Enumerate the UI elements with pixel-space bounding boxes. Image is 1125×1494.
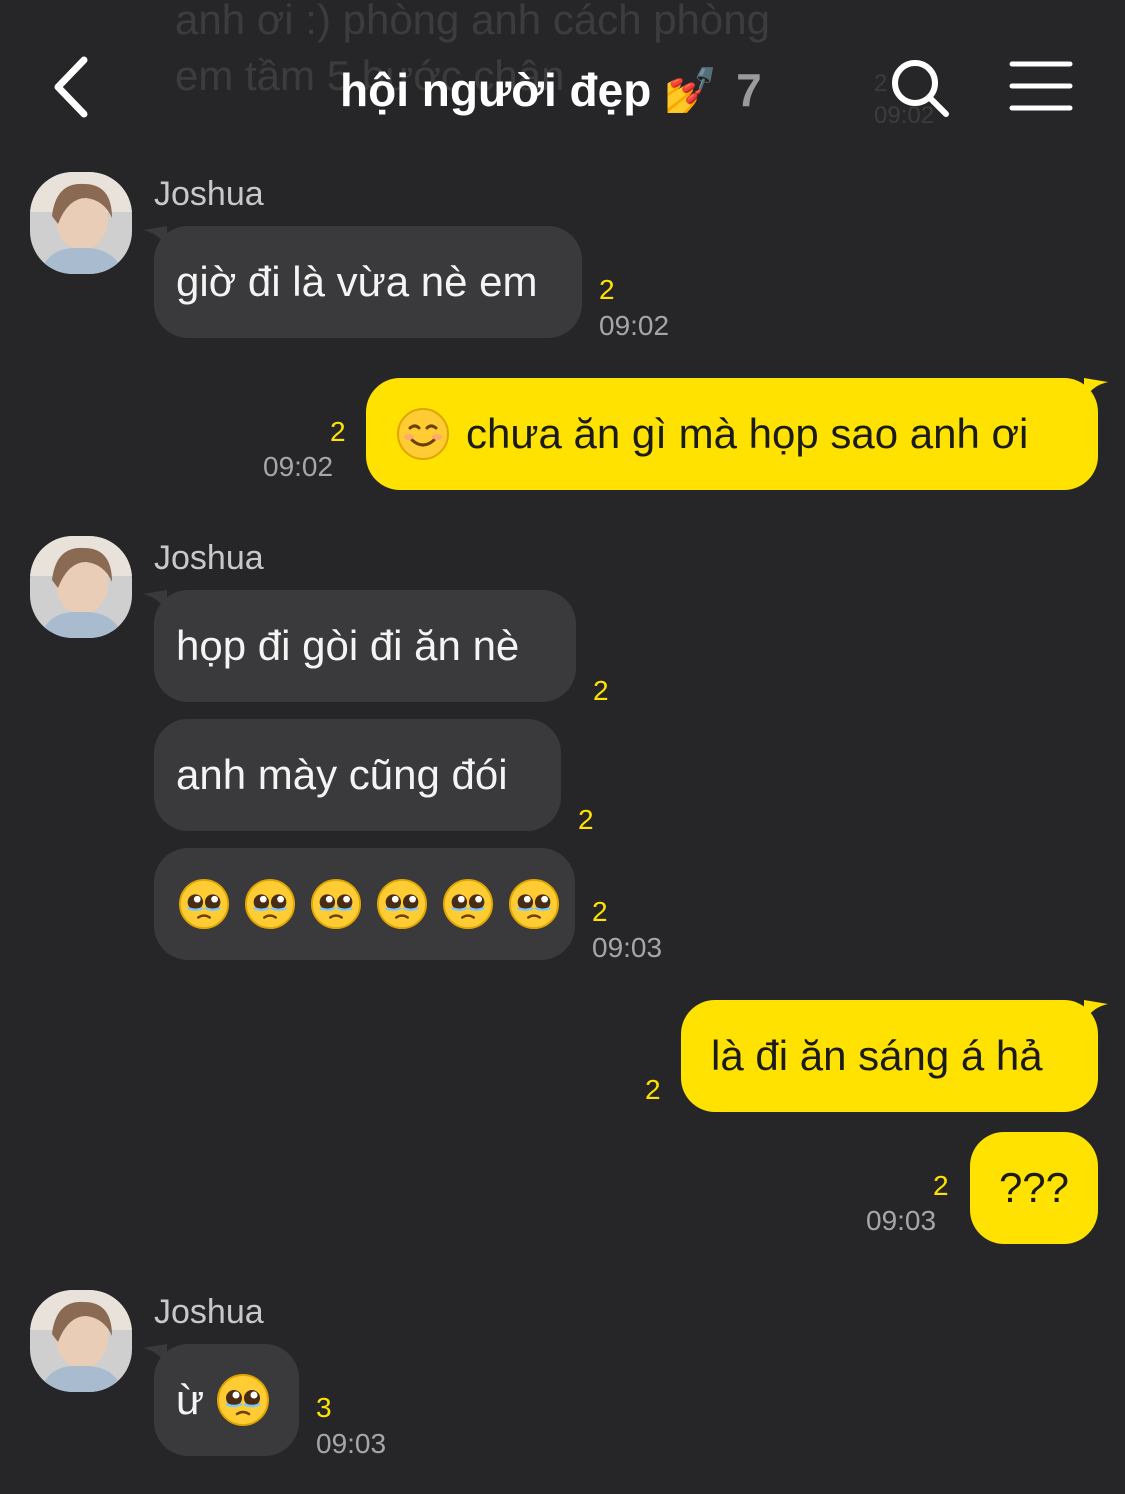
member-count: 7 [736,64,762,116]
unread-count: 2 [592,896,608,927]
avatar[interactable] [30,1290,132,1392]
avatar[interactable] [30,536,132,638]
search-button[interactable] [888,56,952,120]
pleading-face-icon [310,878,362,930]
bubble-tail [1084,378,1108,402]
unread-count: 2 [599,274,615,305]
message-text: ??? [998,1164,1070,1211]
message-text: anh mày cũng đói [176,751,508,798]
unread-count: 3 [316,1392,332,1423]
avatar-image [30,536,132,638]
menu-icon [1009,61,1073,111]
message-bubble[interactable]: là đi ăn sáng á hả [681,1000,1098,1112]
bubble-tail [1084,1000,1108,1024]
pleading-face-icon [508,878,560,930]
unread-count: 2 [933,1170,949,1201]
message-text: họp đi gòi đi ăn nè [176,622,520,669]
unread-count: 2 [578,804,594,835]
chat-header: anh ơi :) phòng anh cách phòng em tầm 5 … [0,0,1125,150]
message-time: 09:02 [263,451,334,482]
sender-name: Joshua [154,539,264,577]
message-time: 09:03 [866,1205,937,1236]
avatar[interactable] [30,172,132,274]
message-text: là đi ăn sáng á hả [711,1032,1043,1079]
avatar-image [30,1290,132,1392]
pleading-face-icon [244,878,296,930]
pleading-face-icon [376,878,428,930]
message-bubble[interactable]: giờ đi là vừa nè em [154,226,582,338]
search-icon [892,60,949,117]
chat-title[interactable]: hội người đẹp 💅 7 [340,60,762,120]
back-button[interactable] [40,52,100,122]
message-time: 09:03 [592,932,663,963]
sender-name: Joshua [154,175,264,213]
nail-polish-emoji: 💅 [663,65,719,116]
chat-screen: anh ơi :) phòng anh cách phòng em tầm 5 … [0,0,1125,1494]
smiling-face-icon [397,408,449,460]
pleading-face-icon [217,1374,270,1426]
avatar-image [30,172,132,274]
message-bubble[interactable]: chưa ăn gì mà họp sao anh ơi [366,378,1098,490]
message-time: 09:03 [316,1428,387,1459]
message-bubble[interactable]: ừ [154,1344,299,1456]
message-bubble[interactable]: họp đi gòi đi ăn nè [154,590,576,702]
emoji-row [178,878,560,930]
chat-title-text: hội người đẹp [340,64,652,116]
message-time: 09:02 [599,310,670,341]
message-bubble[interactable]: anh mày cũng đói [154,719,561,831]
pleading-face-icon [178,878,230,930]
message-text: chưa ăn gì mà họp sao anh ơi [466,410,1029,457]
message-text: giờ đi là vừa nè em [176,258,538,305]
unread-count: 2 [330,416,346,447]
back-chevron-icon [54,56,88,118]
message-bubble[interactable] [154,848,575,960]
unread-count: 2 [593,675,609,706]
message-bubble[interactable]: ??? [970,1132,1098,1244]
sender-name: Joshua [154,1293,264,1331]
menu-button[interactable] [1006,58,1076,114]
message-text: ừ [176,1376,205,1423]
unread-count: 2 [645,1074,661,1105]
pleading-face-icon [442,878,494,930]
